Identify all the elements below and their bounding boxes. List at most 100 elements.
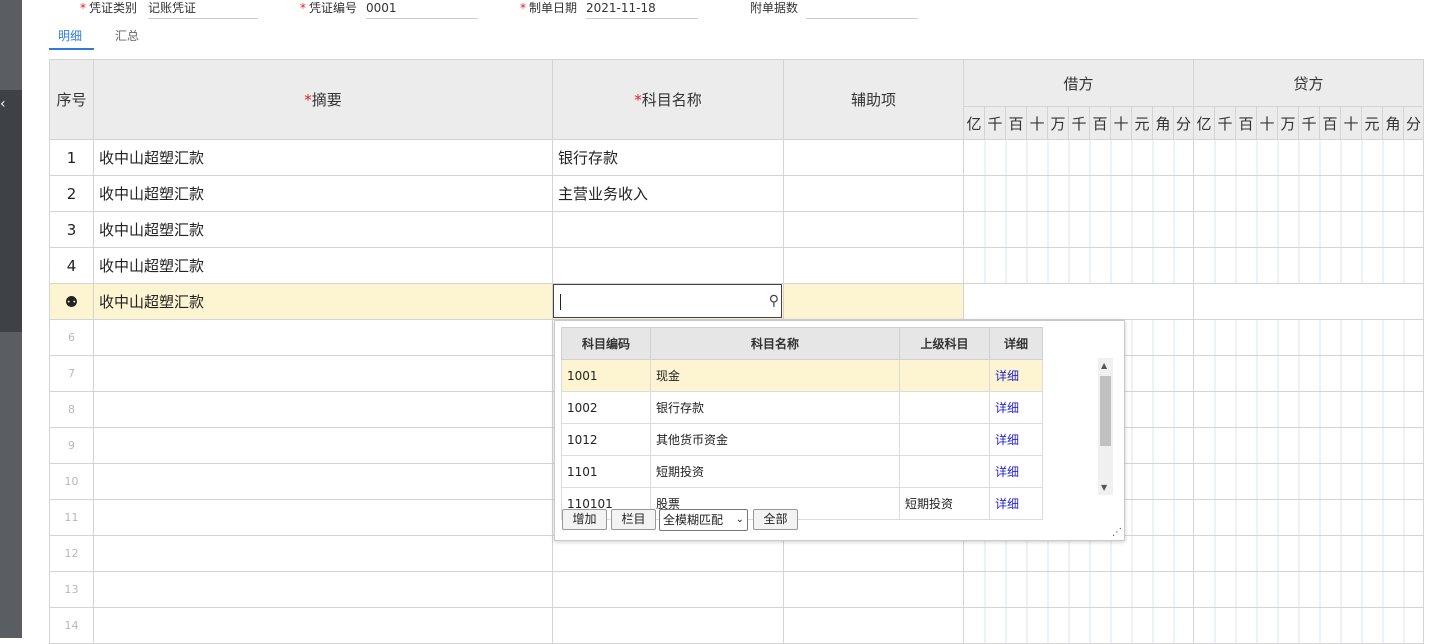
chevron-left-icon[interactable]: ‹ xyxy=(0,96,6,112)
debit-digit-header: 元 xyxy=(1131,106,1153,140)
table-row[interactable]: 14 xyxy=(49,607,1424,644)
attachments-input[interactable] xyxy=(806,0,918,19)
chevron-down-icon: ⌄ xyxy=(735,514,744,525)
summary-cell[interactable] xyxy=(93,535,553,572)
row-insert-icon[interactable]: ⚉ xyxy=(65,293,78,311)
resize-handle-icon[interactable]: ⋰ xyxy=(1112,527,1122,538)
summary-cell[interactable]: 收中山超塑汇款 xyxy=(93,247,553,284)
required-mark: * xyxy=(300,1,306,15)
popup-scrollbar[interactable]: ▲ ▼ xyxy=(1098,358,1113,495)
account-cell[interactable]: 银行存款 xyxy=(552,139,784,176)
account-cell-input[interactable]: ⚲ xyxy=(553,284,782,318)
credit-amount-cell[interactable] xyxy=(1193,355,1424,392)
credit-amount-cell[interactable] xyxy=(1193,535,1424,572)
col-header-account: *科目名称 xyxy=(552,59,784,140)
scroll-down-icon[interactable]: ▼ xyxy=(1101,483,1107,492)
row-seq: 9 xyxy=(49,427,94,464)
debit-amount-cell[interactable] xyxy=(963,247,1194,284)
credit-amount-cell[interactable] xyxy=(1193,463,1424,500)
table-row[interactable]: 4 收中山超塑汇款 xyxy=(49,247,1424,284)
credit-amount-cell[interactable] xyxy=(1193,427,1424,464)
tab-detail[interactable]: 明细 xyxy=(58,27,82,44)
table-row[interactable]: 2 收中山超塑汇款 主营业务收入 xyxy=(49,175,1424,212)
list-item[interactable]: 1101 短期投资 详细 xyxy=(561,455,1043,488)
detail-link[interactable]: 详细 xyxy=(995,401,1019,415)
list-item[interactable]: 1012 其他货币资金 详细 xyxy=(561,423,1043,456)
debit-amount-cell[interactable] xyxy=(963,607,1194,644)
aux-cell[interactable] xyxy=(783,607,964,644)
credit-amount-cell[interactable] xyxy=(1193,319,1424,356)
match-mode-value: 全模糊匹配 xyxy=(663,513,724,527)
debit-amount-cell[interactable] xyxy=(963,175,1194,212)
summary-cell[interactable] xyxy=(93,427,553,464)
aux-cell[interactable] xyxy=(783,247,964,284)
summary-cell[interactable] xyxy=(93,391,553,428)
summary-cell[interactable] xyxy=(93,571,553,608)
summary-cell[interactable] xyxy=(93,463,553,500)
summary-cell[interactable]: 收中山超塑汇款 xyxy=(93,139,553,176)
summary-cell[interactable]: 收中山超塑汇款 xyxy=(93,283,553,320)
search-icon[interactable]: ⚲ xyxy=(769,293,779,309)
credit-amount-cell[interactable] xyxy=(1193,391,1424,428)
match-mode-select[interactable]: 全模糊匹配 ⌄ xyxy=(659,509,748,531)
voucher-type-label: 凭证类别 xyxy=(89,1,138,15)
list-item[interactable]: 1001 现金 详细 xyxy=(561,359,1043,392)
detail-link[interactable]: 详细 xyxy=(995,497,1019,511)
table-row[interactable]: 13 xyxy=(49,571,1424,608)
account-cell[interactable] xyxy=(552,211,784,248)
tab-summary[interactable]: 汇总 xyxy=(115,27,139,44)
detail-link[interactable]: 详细 xyxy=(995,465,1019,479)
aux-cell[interactable] xyxy=(783,283,964,320)
account-cell[interactable]: 主营业务收入 xyxy=(552,175,784,212)
account-cell[interactable] xyxy=(552,247,784,284)
account-parent xyxy=(899,359,990,392)
row-seq: 7 xyxy=(49,355,94,392)
date-input[interactable]: 2021-11-18 xyxy=(586,0,698,19)
aux-cell[interactable] xyxy=(783,571,964,608)
summary-cell[interactable] xyxy=(93,499,553,536)
table-row[interactable]: 3 收中山超塑汇款 xyxy=(49,211,1424,248)
columns-button[interactable]: 栏目 xyxy=(611,509,656,530)
scrollbar-thumb[interactable] xyxy=(1100,376,1111,446)
summary-cell[interactable] xyxy=(93,319,553,356)
credit-amount-cell[interactable] xyxy=(1193,283,1424,320)
all-button[interactable]: 全部 xyxy=(753,509,798,530)
credit-amount-cell[interactable] xyxy=(1193,175,1424,212)
account-parent xyxy=(899,423,990,456)
col-header-account-label: 科目名称 xyxy=(641,91,702,109)
debit-amount-cell[interactable] xyxy=(963,211,1194,248)
account-cell[interactable] xyxy=(552,571,784,608)
row-seq: 12 xyxy=(49,535,94,572)
add-button[interactable]: 增加 xyxy=(562,509,607,530)
summary-cell[interactable]: 收中山超塑汇款 xyxy=(93,175,553,212)
credit-amount-cell[interactable] xyxy=(1193,139,1424,176)
scroll-up-icon[interactable]: ▲ xyxy=(1101,361,1107,370)
summary-cell[interactable] xyxy=(93,355,553,392)
summary-cell[interactable]: 收中山超塑汇款 xyxy=(93,211,553,248)
required-mark: * xyxy=(634,91,642,109)
voucher-no-input[interactable]: 0001 xyxy=(366,0,478,19)
credit-amount-cell[interactable] xyxy=(1193,607,1424,644)
summary-cell[interactable] xyxy=(93,607,553,644)
account-code: 1012 xyxy=(561,423,651,456)
credit-amount-cell[interactable] xyxy=(1193,211,1424,248)
aux-cell[interactable] xyxy=(783,139,964,176)
account-name: 银行存款 xyxy=(650,391,900,424)
voucher-type-input[interactable]: 记账凭证 xyxy=(148,0,258,19)
debit-amount-cell[interactable] xyxy=(963,571,1194,608)
account-cell[interactable] xyxy=(552,607,784,644)
detail-link[interactable]: 详细 xyxy=(995,369,1019,383)
aux-cell[interactable] xyxy=(783,211,964,248)
credit-amount-cell[interactable] xyxy=(1193,499,1424,536)
credit-digit-header: 百 xyxy=(1235,106,1257,140)
list-item[interactable]: 1002 银行存款 详细 xyxy=(561,391,1043,424)
credit-digit-header: 万 xyxy=(1277,106,1299,140)
credit-amount-cell[interactable] xyxy=(1193,571,1424,608)
attachments-label: 附单据数 xyxy=(750,1,799,15)
debit-amount-cell[interactable] xyxy=(963,283,1194,320)
detail-link[interactable]: 详细 xyxy=(995,433,1019,447)
aux-cell[interactable] xyxy=(783,175,964,212)
credit-amount-cell[interactable] xyxy=(1193,247,1424,284)
debit-amount-cell[interactable] xyxy=(963,139,1194,176)
table-row[interactable]: 1 收中山超塑汇款 银行存款 xyxy=(49,139,1424,176)
